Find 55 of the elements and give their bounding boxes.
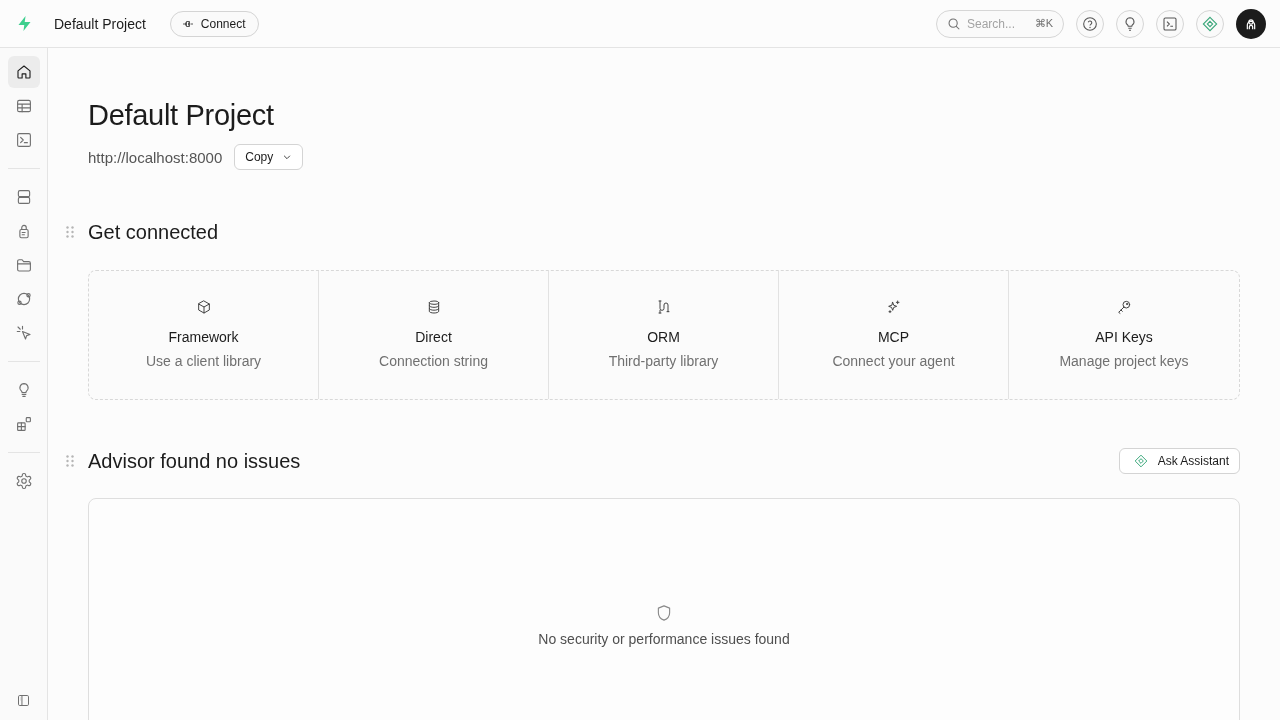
search-bar[interactable]: Search... ⌘K xyxy=(936,9,1064,38)
connect-button[interactable]: Connect xyxy=(169,10,259,37)
project-name[interactable]: Default Project xyxy=(54,15,146,32)
page-title: Default Project xyxy=(88,98,274,132)
home-icon xyxy=(14,63,33,81)
blocks-icon xyxy=(14,415,33,433)
search-input[interactable]: Search... xyxy=(967,16,1027,31)
table-icon xyxy=(14,97,33,115)
cursor-icon xyxy=(14,324,33,342)
option-description: Connect your agent xyxy=(832,352,955,371)
option-description: Manage project keys xyxy=(1059,352,1189,371)
lightbulb-icon xyxy=(1122,15,1138,32)
diamond-icon xyxy=(1133,454,1148,468)
terminal-button[interactable] xyxy=(1156,9,1184,38)
option-title: MCP xyxy=(877,328,910,347)
drag-handle-icon[interactable] xyxy=(66,455,74,467)
section-title: Advisor found no issues xyxy=(88,449,301,474)
shield-icon xyxy=(655,603,673,623)
search-icon xyxy=(947,16,961,31)
help-icon xyxy=(1082,15,1098,32)
connection-option-card[interactable]: API Keys Manage project keys xyxy=(1009,271,1239,399)
sparkles-icon xyxy=(885,299,902,315)
help-button[interactable] xyxy=(1076,9,1104,38)
drag-handle-icon[interactable] xyxy=(66,226,74,238)
settings-icon xyxy=(14,472,33,490)
connection-option-card[interactable]: Framework Use a client library xyxy=(89,271,319,399)
tips-button[interactable] xyxy=(1116,9,1144,38)
connection-option-card[interactable]: MCP Connect your agent xyxy=(779,271,1009,399)
option-description: Use a client library xyxy=(145,352,262,371)
terminal-icon xyxy=(14,131,33,149)
terminal-icon xyxy=(1162,15,1178,32)
ask-assistant-button[interactable]: Ask Assistant xyxy=(1118,448,1240,474)
empty-state-message: No security or performance issues found xyxy=(538,631,790,647)
option-title: ORM xyxy=(647,328,680,347)
option-description: Connection string xyxy=(379,352,488,371)
project-url: http://localhost:8000 xyxy=(88,148,223,166)
shortcut-hint: ⌘K xyxy=(1034,17,1053,30)
sidebar-item[interactable] xyxy=(7,56,40,88)
diamond-icon xyxy=(1202,15,1218,32)
option-title: API Keys xyxy=(1095,328,1153,347)
connection-option-card[interactable]: Direct Connection string xyxy=(319,271,549,399)
option-title: Framework xyxy=(168,328,239,347)
orbit-icon xyxy=(14,290,33,308)
connection-option-card[interactable]: ORM Third-party library xyxy=(549,271,779,399)
key-icon xyxy=(1116,299,1132,315)
option-title: Direct xyxy=(415,328,452,347)
panel-icon xyxy=(16,692,31,708)
cube-icon xyxy=(195,299,212,315)
folder-icon xyxy=(14,256,33,274)
copy-button[interactable]: Copy xyxy=(234,144,304,170)
assistant-button[interactable] xyxy=(1196,9,1224,38)
avatar-icon[interactable] xyxy=(1236,8,1266,39)
section-title: Get connected xyxy=(88,220,219,245)
option-description: Third-party library xyxy=(608,352,719,371)
chevron-down-icon xyxy=(282,152,293,162)
